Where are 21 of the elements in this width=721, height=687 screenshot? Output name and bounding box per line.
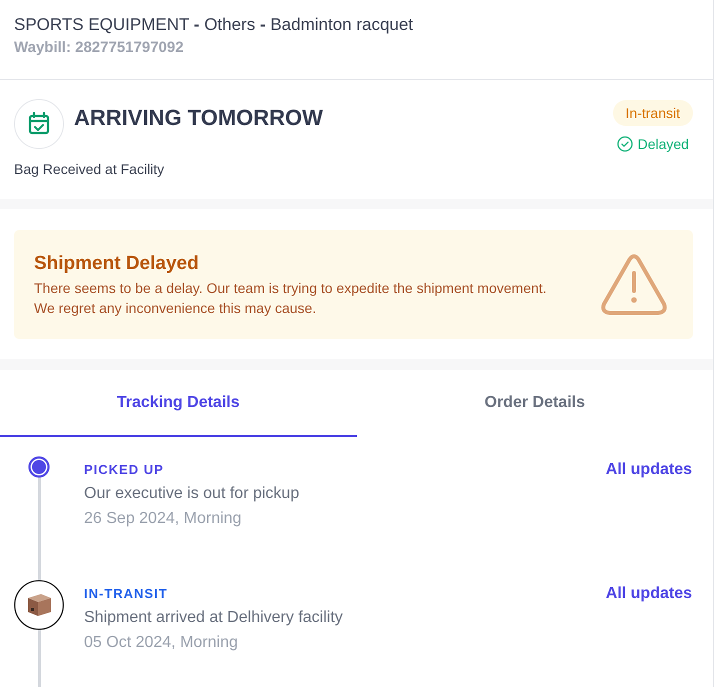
package-icon [14,580,64,630]
waybill-number: Waybill: 2827751797092 [14,39,185,57]
alert-message: There seems to be a delay. Our team is trying to expedite the shipment movement. We regret any inconvenience this may cause. [34,278,548,318]
status-subtitle: Bag Received at Facility [14,160,166,178]
product-title: SPORTS EQUIPMENT - Others - Badminton racquet [14,14,414,36]
event-date: 26 Sep 2024, Morning [84,509,242,529]
event-description: Shipment arrived at Delhivery facility [84,608,344,628]
alert-title: Shipment Delayed [34,252,200,276]
timeline-dot-icon [28,456,50,478]
event-date: 05 Oct 2024, Morning [84,633,239,653]
check-circle-icon [616,136,633,152]
status-badge: In-transit [612,100,693,126]
warning-icon [601,254,667,316]
delay-label: Delayed [638,136,689,152]
event-status: IN-TRANSIT [84,585,169,603]
all-updates-link[interactable]: All updates [606,585,692,603]
arrival-heading: ARRIVING TOMORROW [74,104,323,130]
event-description: Our executive is out for pickup [84,484,300,504]
calendar-check-icon [14,99,64,149]
all-updates-link[interactable]: All updates [606,461,692,479]
event-status: PICKED UP [84,461,165,479]
